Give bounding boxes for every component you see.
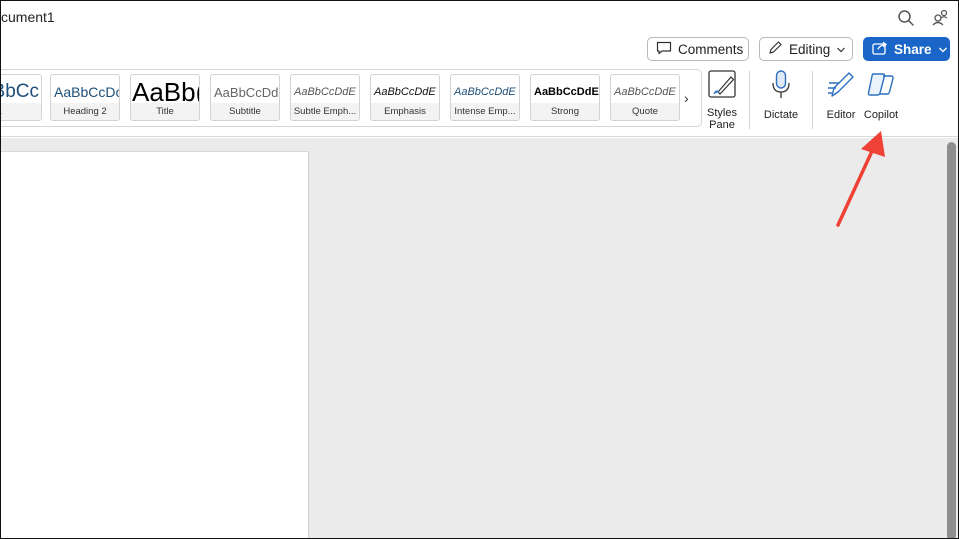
annotation-arrow-icon (836, 131, 885, 227)
style-heading-2[interactable]: AaBbCcDc Heading 2 (50, 74, 120, 121)
style-label: ding 1 (1, 103, 41, 120)
styles-pane-icon (706, 69, 738, 104)
style-preview: AaBbCcDc (54, 84, 119, 100)
word-window: cument1 Comments Editing Share bCc AaBbC… (0, 0, 959, 539)
style-label: Subtle Emph... (291, 103, 359, 120)
comments-label: Comments (678, 41, 744, 57)
vertical-scrollbar[interactable] (947, 142, 956, 538)
style-preview: AaBbCcDdE (534, 86, 599, 98)
style-heading-1[interactable]: aBbCc ding 1 (1, 74, 42, 121)
editing-mode-dropdown[interactable]: Editing (759, 37, 853, 61)
style-preview: AaBbCcDdE (294, 86, 356, 98)
actions-row: Comments Editing Share (1, 35, 958, 65)
style-label: Strong (531, 103, 599, 120)
ribbon-divider (749, 71, 750, 129)
document-canvas (1, 138, 958, 538)
styles-gallery: aBbCc ding 1 AaBbCcDc Heading 2 AaBb( Ti… (1, 69, 702, 127)
style-label: Subtitle (211, 103, 279, 120)
share-icon (872, 41, 888, 58)
title-bar: cument1 (1, 1, 958, 35)
editor-icon (825, 69, 857, 106)
style-subtitle[interactable]: AaBbCcDd Subtitle (210, 74, 280, 121)
pencil-icon (768, 40, 783, 58)
style-label: Quote (611, 103, 679, 120)
account-switch-icon[interactable] (930, 8, 950, 28)
gallery-more-button[interactable]: › (684, 90, 689, 106)
style-title[interactable]: AaBb( Title (130, 74, 200, 121)
styles-pane-button[interactable]: Styles Pane (703, 69, 741, 131)
dictate-label: Dictate (763, 109, 799, 121)
style-preview: AaBbCcDdE (454, 86, 516, 98)
search-icon[interactable] (896, 8, 916, 28)
style-label: Emphasis (371, 103, 439, 120)
editor-label: Editor (826, 109, 856, 121)
document-title: cument1 (1, 9, 55, 25)
style-preview: AaBbCcDd (214, 84, 279, 100)
copilot-label: Copilot (863, 109, 899, 121)
styles-pane-label-1: Styles (707, 107, 737, 119)
document-page[interactable] (1, 151, 309, 538)
share-label: Share (894, 41, 932, 57)
microphone-icon (767, 69, 795, 106)
copilot-button[interactable]: Copilot (860, 69, 902, 131)
style-intense-emphasis[interactable]: AaBbCcDdE Intense Emp... (450, 74, 520, 121)
comment-icon (656, 41, 672, 58)
ribbon-divider (812, 71, 813, 129)
copilot-icon (864, 69, 898, 106)
style-preview: AaBbCcDdE (614, 86, 676, 98)
editing-label: Editing (789, 41, 831, 57)
style-label: Heading 2 (51, 103, 119, 120)
style-emphasis[interactable]: AaBbCcDdE Emphasis (370, 74, 440, 121)
ribbon-home: aBbCc ding 1 AaBbCcDc Heading 2 AaBb( Ti… (1, 65, 958, 137)
chevron-down-icon (938, 42, 948, 57)
chevron-down-icon (836, 42, 846, 57)
style-quote[interactable]: AaBbCcDdE Quote (610, 74, 680, 121)
style-label: Intense Emp... (451, 103, 519, 120)
style-preview: AaBbCcDdE (374, 86, 436, 98)
share-button[interactable]: Share (863, 37, 950, 61)
editor-button[interactable]: Editor (821, 69, 861, 131)
dictate-button[interactable]: Dictate (759, 69, 803, 131)
styles-pane-label-2: Pane (709, 119, 735, 131)
style-subtle-emphasis[interactable]: AaBbCcDdE Subtle Emph... (290, 74, 360, 121)
style-preview: aBbCc (1, 81, 39, 102)
style-label: Title (131, 103, 199, 120)
style-preview: AaBb( (132, 79, 199, 105)
style-strong[interactable]: AaBbCcDdE Strong (530, 74, 600, 121)
comments-button[interactable]: Comments (647, 37, 749, 61)
